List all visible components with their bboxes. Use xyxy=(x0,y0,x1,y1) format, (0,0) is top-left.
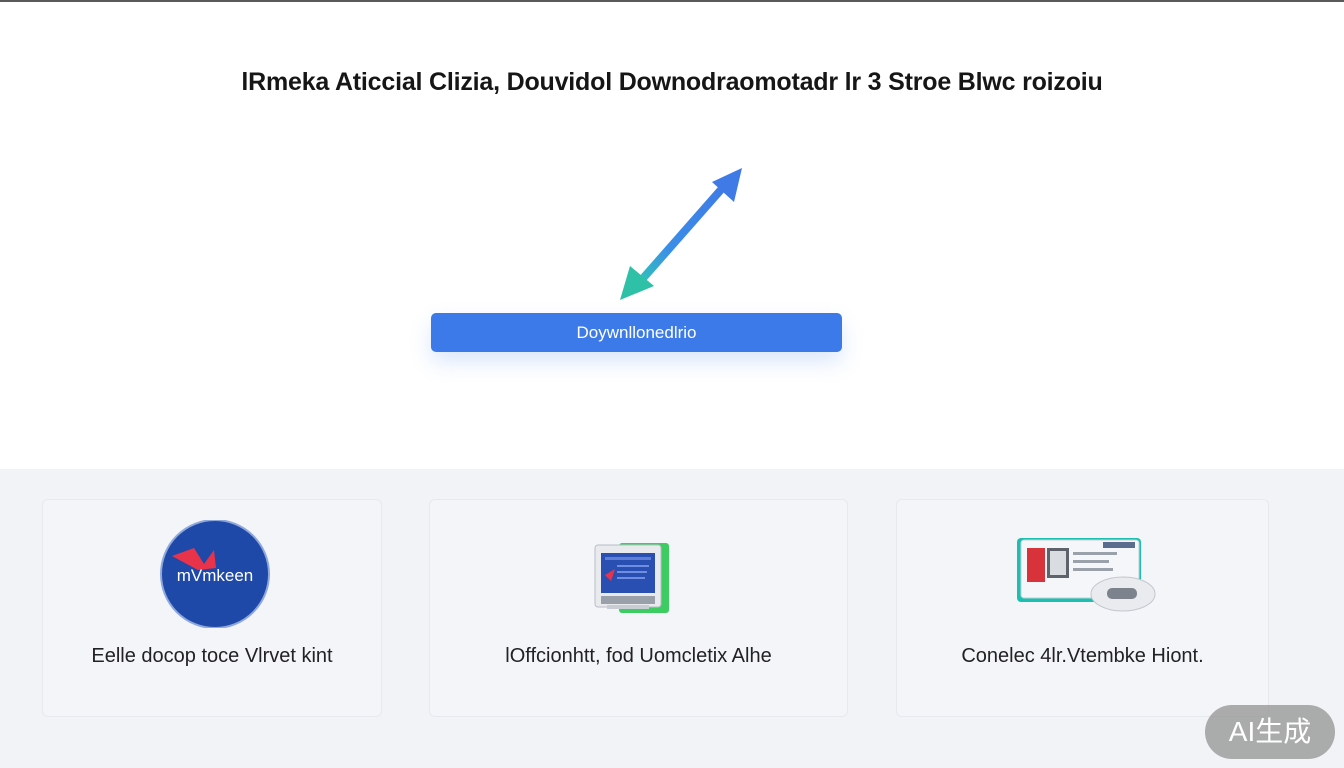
feature-label: lOffcionhtt, fod Uomcletix Alhe xyxy=(505,645,772,667)
brand-logo-text: mVmkeen xyxy=(177,566,254,585)
brand-logo-icon: mVmkeen xyxy=(160,520,270,628)
hero-section: lRmeka Aticcial Clizia, Douvidol Downodr… xyxy=(0,2,1344,469)
feature-label: Conelec 4lr.Vtembke Hiont. xyxy=(961,645,1204,667)
document-screen-icon xyxy=(594,543,669,613)
feature-card-1[interactable]: mVmkeen Eelle docop toce Vlrvet kint xyxy=(42,499,382,717)
feature-card-2[interactable]: lOffcionhtt, fod Uomcletix Alhe xyxy=(429,499,848,717)
page-title: lRmeka Aticcial Clizia, Douvidol Downodr… xyxy=(241,68,1103,96)
card-device-icon xyxy=(1017,538,1156,612)
diagonal-arrow-icon xyxy=(620,168,742,300)
feature-card-3[interactable]: Conelec 4lr.Vtembke Hiont. xyxy=(896,499,1269,717)
features-section: mVmkeen Eelle docop toce Vlrvet kint lOf… xyxy=(0,469,1344,768)
feature-label: Eelle docop toce Vlrvet kint xyxy=(91,645,333,667)
download-button[interactable]: Doywnllonedlrio xyxy=(431,313,842,352)
ai-generated-badge: AI生成 xyxy=(1205,705,1335,759)
